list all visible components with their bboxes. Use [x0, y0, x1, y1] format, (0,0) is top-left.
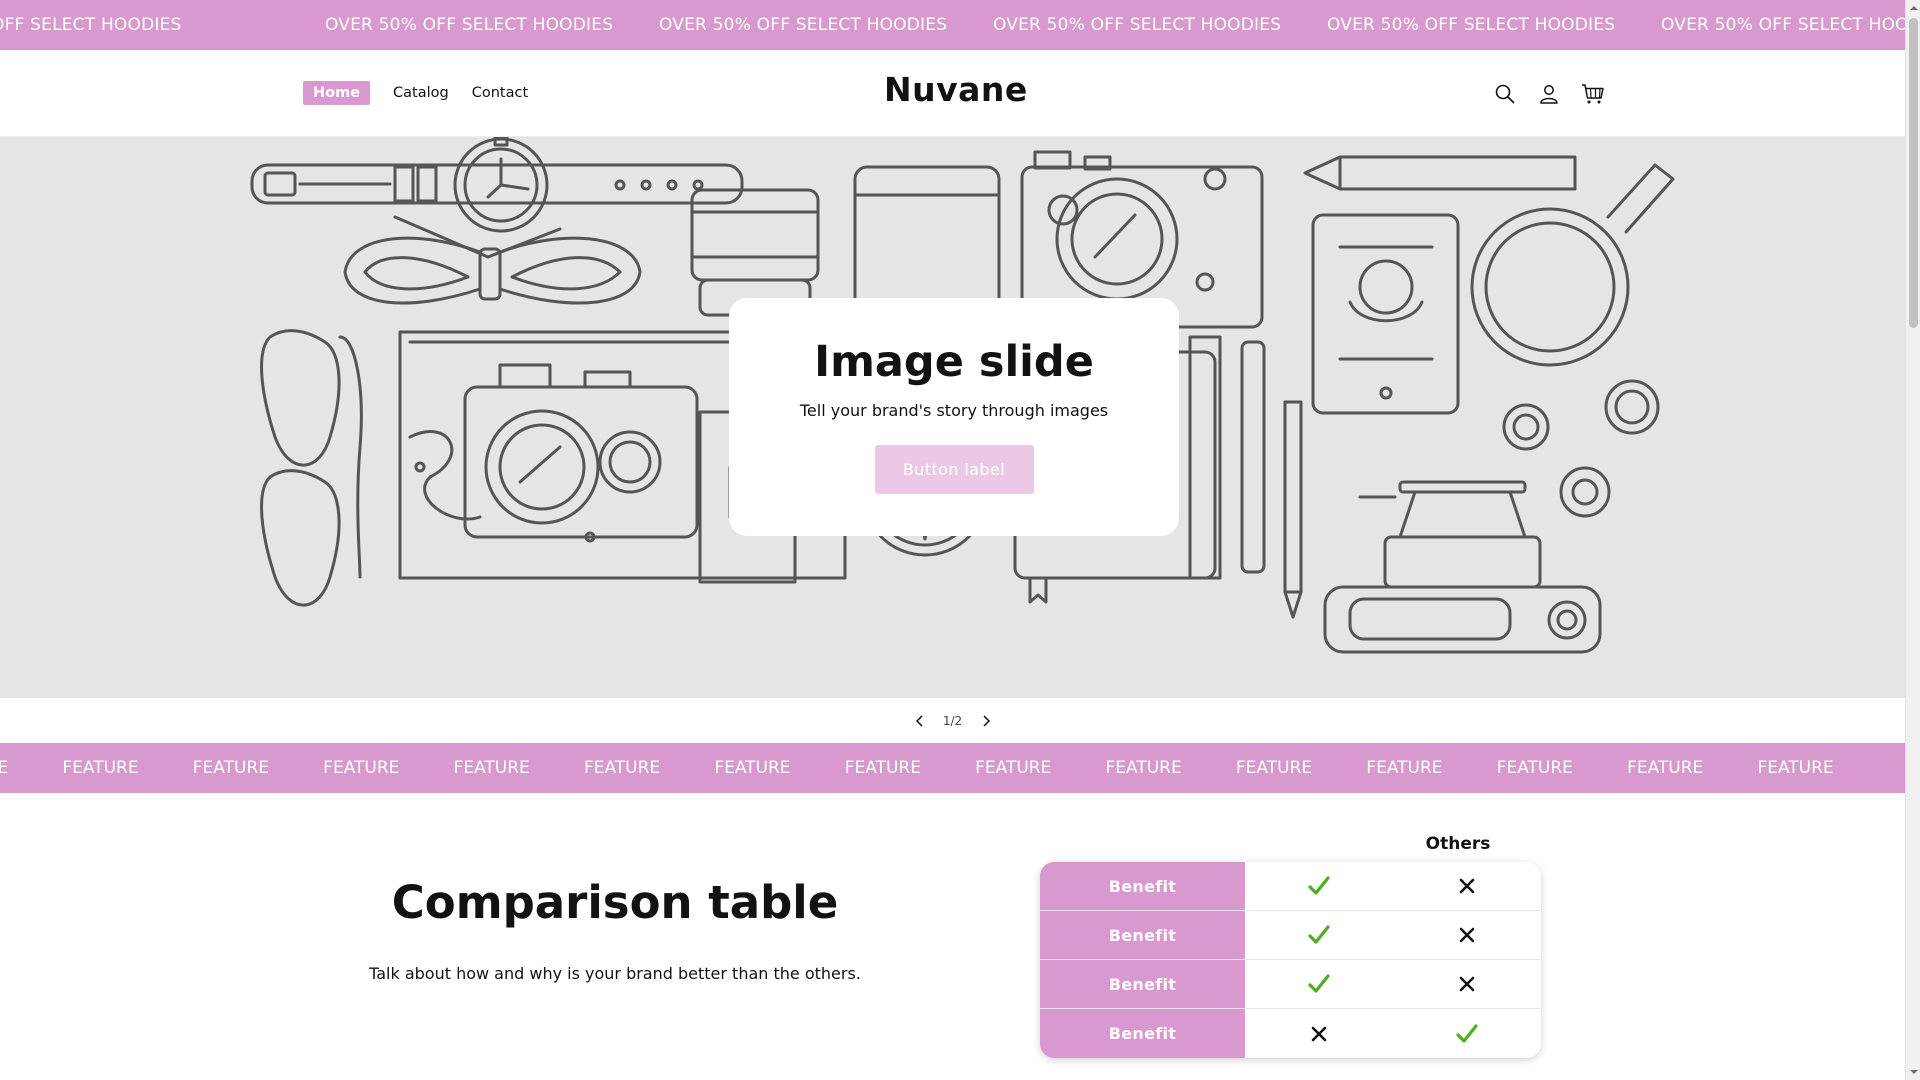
site-header: Home Catalog Contact Nuvane — [0, 50, 1905, 137]
announcement-item: OVER 50% OFF SELECT HOODIES — [993, 15, 1282, 35]
nav-link-home[interactable]: Home — [303, 81, 371, 105]
cart-icon[interactable] — [1578, 79, 1608, 109]
feature-item: FEATURE — [0, 758, 9, 778]
announcement-item: OVER 50% OFF SELECT HOODIES — [659, 15, 948, 35]
checkmark-icon — [1308, 974, 1330, 993]
chevron-right-icon — [982, 714, 990, 727]
account-icon[interactable] — [1534, 79, 1564, 109]
feature-item: FEATURE — [1496, 758, 1573, 778]
feature-item: FEATURE — [714, 758, 791, 778]
comparison-table: Benefit Benefit Benefit Benefit — [1040, 862, 1541, 1058]
feature-marquee: FEATURE FEATURE FEATURE FEATURE FEATURE … — [0, 743, 1905, 793]
feature-item: FEATURE — [1235, 758, 1313, 778]
comparison-title: Comparison table — [391, 876, 839, 929]
checkmark-icon — [1308, 925, 1330, 944]
chevron-left-icon — [915, 714, 923, 727]
search-icon[interactable] — [1490, 79, 1520, 109]
nav-link-contact[interactable]: Contact — [472, 81, 528, 105]
slide-button[interactable]: Button label — [874, 445, 1034, 494]
comparison-ours-cell — [1245, 862, 1393, 910]
comparison-ours-cell — [1245, 960, 1393, 1008]
comparison-row: Benefit — [1040, 911, 1541, 960]
comparison-row: Benefit — [1040, 862, 1541, 911]
cross-icon — [1311, 1026, 1327, 1041]
comparison-row: Benefit — [1040, 1009, 1541, 1058]
feature-item: FEATURE — [62, 758, 139, 778]
slide-title: Image slide — [814, 337, 1094, 387]
feature-item: FEATURE — [1366, 758, 1443, 778]
comparison-others-cell — [1393, 960, 1541, 1008]
feature-item: FEATURE — [1627, 758, 1704, 778]
feature-item: FEATURE — [975, 758, 1052, 778]
scroll-down-arrow-icon[interactable] — [1909, 1066, 1918, 1078]
feature-track: FEATURE FEATURE FEATURE FEATURE FEATURE … — [0, 743, 1888, 793]
comparison-others-cell — [1393, 1009, 1541, 1058]
scroll-up-arrow-icon[interactable] — [1909, 2, 1918, 14]
announcement-item: OVER 50% OFF SELECT HOODIES — [325, 15, 614, 35]
cross-icon — [1459, 927, 1475, 943]
checkmark-icon — [1308, 876, 1330, 895]
announcement-item: OFF SELECT HOODIES — [0, 15, 182, 35]
previous-slide-button[interactable] — [898, 699, 942, 743]
comparison-others-cell — [1393, 862, 1541, 910]
feature-item: FEATURE — [844, 758, 921, 778]
comparison-row: Benefit — [1040, 960, 1541, 1009]
comparison-ours-cell — [1245, 911, 1393, 959]
checkmark-icon — [1456, 1023, 1478, 1043]
slideshow-controls: 1/2 — [0, 698, 1905, 743]
site-logo[interactable]: Nuvane — [884, 70, 1028, 109]
comparison-benefit-label: Benefit — [1040, 1009, 1245, 1058]
comparison-column-others: Others — [1425, 834, 1491, 854]
comparison-ours-cell — [1245, 1009, 1393, 1058]
slide-content-card: Image slide Tell your brand's story thro… — [729, 298, 1179, 536]
comparison-others-cell — [1393, 911, 1541, 959]
main-nav: Home Catalog Contact — [303, 81, 551, 105]
comparison-benefit-label: Benefit — [1040, 911, 1245, 959]
feature-item: FEATURE — [453, 758, 530, 778]
feature-item: FEATURE — [323, 758, 400, 778]
announcement-bar: OFF SELECT HOODIES OVER 50% OFF SELECT H… — [0, 0, 1905, 50]
announcement-item: OVER 50% OFF SELECT HOODIES — [1661, 15, 1905, 35]
nav-link-catalog[interactable]: Catalog — [393, 81, 449, 105]
slide-text: Tell your brand's story through images — [799, 401, 1109, 420]
comparison-benefit-label: Benefit — [1040, 960, 1245, 1008]
cross-icon — [1459, 878, 1475, 894]
feature-item: FEATURE — [192, 758, 269, 778]
slideshow-slide: Image slide Tell your brand's story thro… — [0, 137, 1905, 698]
scrollbar-thumb[interactable] — [1909, 18, 1918, 328]
next-slide-button[interactable] — [964, 699, 1008, 743]
announcement-item: OVER 50% OFF SELECT HOODIES — [1327, 15, 1616, 35]
comparison-benefit-label: Benefit — [1040, 862, 1245, 910]
page-scrollbar[interactable] — [1905, 0, 1920, 1080]
feature-item: FEATURE — [1757, 758, 1834, 778]
header-icons — [1490, 79, 1622, 109]
slide-counter: 1/2 — [942, 713, 963, 728]
feature-item: FEATURE — [583, 758, 661, 778]
feature-item: FEATURE — [1105, 758, 1182, 778]
comparison-text: Talk about how and why is your brand bet… — [369, 964, 861, 983]
cross-icon — [1459, 976, 1475, 992]
announcement-track: OFF SELECT HOODIES OVER 50% OFF SELECT H… — [0, 0, 1905, 50]
